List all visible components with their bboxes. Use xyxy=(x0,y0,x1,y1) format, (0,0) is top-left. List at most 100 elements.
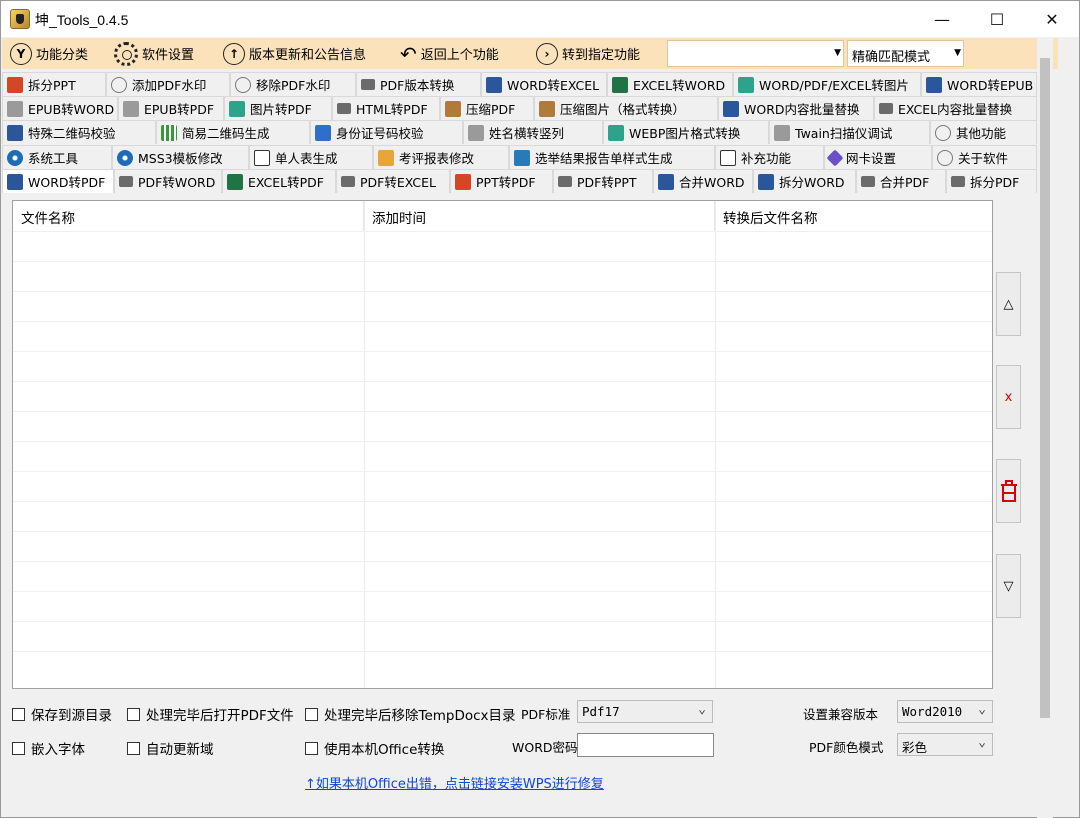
tab-row-2: EPUB转WORD EPUB转PDF 图片转PDF HTML转PDF 压缩PDF… xyxy=(2,96,1037,120)
tab-pdf-to-word[interactable]: PDF转WORD xyxy=(114,169,222,193)
tab-other-functions[interactable]: 其他功能 xyxy=(930,120,1037,144)
column-header-filename[interactable]: 文件名称 xyxy=(13,201,364,231)
settings-button[interactable]: 软件设置 xyxy=(114,41,194,66)
close-button[interactable]: ✕ xyxy=(1029,1,1075,37)
tab-excel-batch-replace[interactable]: EXCEL内容批量替换 xyxy=(874,96,1037,120)
scrollbar-thumb[interactable] xyxy=(1040,58,1050,718)
tab-compress-pdf[interactable]: 压缩PDF xyxy=(440,96,534,120)
checkbox-box xyxy=(127,741,140,755)
tab-epub-to-word[interactable]: EPUB转WORD xyxy=(2,96,118,120)
tab-pdf-to-excel[interactable]: PDF转EXCEL xyxy=(336,169,450,193)
tab-split-word[interactable]: 拆分WORD xyxy=(753,169,856,193)
move-down-button[interactable]: ▽ xyxy=(996,554,1021,618)
remove-button[interactable]: x xyxy=(996,365,1021,429)
row-divider xyxy=(13,501,992,502)
tab-evaluation-report[interactable]: 考评报表修改 xyxy=(373,145,509,169)
row-divider xyxy=(13,471,992,472)
tab-merge-pdf[interactable]: 合并PDF xyxy=(856,169,946,193)
tab-qr-generate[interactable]: 简易二维码生成 xyxy=(156,120,310,144)
column-header-added-time[interactable]: 添加时间 xyxy=(364,201,715,231)
save-to-source-checkbox[interactable]: 保存到源目录 xyxy=(12,704,112,724)
tab-epub-to-pdf[interactable]: EPUB转PDF xyxy=(118,96,224,120)
tab-election-report[interactable]: 选举结果报告单样式生成 xyxy=(509,145,715,169)
tab-split-pdf[interactable]: 拆分PDF xyxy=(946,169,1037,193)
arrow-up-icon: ↑ xyxy=(223,42,245,65)
tab-name-vertical[interactable]: 姓名横转竖列 xyxy=(463,120,603,144)
install-wps-link[interactable]: ↑如果本机Office出错，点击链接安装WPS进行修复 xyxy=(305,773,604,792)
tab-merge-word[interactable]: 合并WORD xyxy=(653,169,753,193)
minimize-button[interactable]: — xyxy=(919,1,965,37)
tab-single-form[interactable]: 单人表生成 xyxy=(249,145,373,169)
word-icon xyxy=(926,76,942,93)
word-password-input[interactable] xyxy=(577,733,714,757)
tab-special-qr-check[interactable]: 特殊二维码校验 xyxy=(2,120,156,144)
tab-mss3-template[interactable]: MSS3模板修改 xyxy=(112,145,249,169)
tab-id-check[interactable]: 身份证号码校验 xyxy=(310,120,463,144)
checkbox-box xyxy=(305,707,318,721)
info-icon xyxy=(937,149,953,166)
tab-word-batch-replace[interactable]: WORD内容批量替换 xyxy=(718,96,874,120)
tab-remove-pdf-watermark[interactable]: 移除PDF水印 xyxy=(230,72,356,96)
tab-word-to-pdf[interactable]: WORD转PDF xyxy=(2,169,114,193)
word-icon xyxy=(723,100,739,117)
match-mode-select[interactable]: 精确匹配模式 ▼ xyxy=(847,40,964,67)
pdf-color-mode-select[interactable]: 彩色 ⌄ xyxy=(897,733,993,756)
pdf-icon xyxy=(337,103,351,114)
update-info-label: 版本更新和公告信息 xyxy=(249,48,367,63)
goto-function-button[interactable]: › 转到指定功能 xyxy=(536,41,640,66)
tab-word-to-excel[interactable]: WORD转EXCEL xyxy=(481,72,607,96)
tab-excel-to-word[interactable]: EXCEL转WORD xyxy=(607,72,733,96)
image-icon xyxy=(608,124,624,141)
ppt-icon xyxy=(7,76,23,93)
tab-supplement[interactable]: 补充功能 xyxy=(715,145,824,169)
open-pdf-after-checkbox[interactable]: 处理完毕后打开PDF文件 xyxy=(127,704,294,724)
move-up-button[interactable]: △ xyxy=(996,272,1021,336)
column-header-output-name[interactable]: 转换后文件名称 xyxy=(715,201,992,231)
row-divider xyxy=(13,231,992,232)
remove-temp-checkbox[interactable]: 处理完毕后移除TempDocx目录 xyxy=(305,704,516,724)
tab-twain-debug[interactable]: Twain扫描仪调试 xyxy=(769,120,930,144)
category-button[interactable]: Y 功能分类 xyxy=(10,41,88,66)
row-divider xyxy=(13,531,992,532)
tab-system-tools[interactable]: 系统工具 xyxy=(2,145,112,169)
tab-network-settings[interactable]: 网卡设置 xyxy=(824,145,932,169)
function-search-combo[interactable]: ▼ xyxy=(667,40,844,67)
tab-image-to-pdf[interactable]: 图片转PDF xyxy=(224,96,332,120)
compress-icon xyxy=(445,100,461,117)
row-divider xyxy=(13,621,992,622)
tab-compress-image[interactable]: 压缩图片（格式转换） xyxy=(534,96,718,120)
gear-icon xyxy=(117,149,133,166)
tab-pdf-version[interactable]: PDF版本转换 xyxy=(356,72,481,96)
back-button[interactable]: ↶ 返回上个功能 xyxy=(400,41,499,66)
use-local-office-checkbox[interactable]: 使用本机Office转换 xyxy=(305,738,444,758)
update-info-button[interactable]: ↑ 版本更新和公告信息 xyxy=(223,41,366,66)
pdf-standard-select[interactable]: Pdf17 ⌄ xyxy=(577,700,713,723)
clear-button[interactable] xyxy=(996,459,1021,523)
watermark-icon xyxy=(111,76,127,93)
file-list-table[interactable]: 文件名称 添加时间 转换后文件名称 xyxy=(12,200,993,689)
tab-pdf-to-ppt[interactable]: PDF转PPT xyxy=(553,169,653,193)
pdf-icon xyxy=(361,79,375,90)
maximize-button[interactable]: ☐ xyxy=(974,1,1020,37)
tab-ppt-to-pdf[interactable]: PPT转PDF xyxy=(450,169,553,193)
settings-label: 软件设置 xyxy=(142,48,195,63)
pdf-icon xyxy=(951,176,965,187)
checkbox-box xyxy=(12,707,25,721)
tab-to-image[interactable]: WORD/PDF/EXCEL转图片 xyxy=(733,72,921,96)
app-logo-icon xyxy=(10,9,30,29)
vertical-scrollbar[interactable] xyxy=(1037,38,1053,818)
tab-excel-to-pdf[interactable]: EXCEL转PDF xyxy=(222,169,336,193)
tab-split-ppt[interactable]: 拆分PPT xyxy=(2,72,106,96)
pdf-icon xyxy=(558,176,572,187)
pdf-icon xyxy=(341,176,355,187)
auto-update-fields-checkbox[interactable]: 自动更新域 xyxy=(127,738,214,758)
tab-webp-convert[interactable]: WEBP图片格式转换 xyxy=(603,120,769,144)
pdf-standard-label: PDF标准 xyxy=(521,707,571,722)
tab-about[interactable]: 关于软件 xyxy=(932,145,1037,169)
tab-html-to-pdf[interactable]: HTML转PDF xyxy=(332,96,440,120)
id-card-icon xyxy=(315,124,331,141)
tab-add-pdf-watermark[interactable]: 添加PDF水印 xyxy=(106,72,230,96)
compat-version-select[interactable]: Word2010 ⌄ xyxy=(897,700,993,723)
tab-word-to-epub[interactable]: WORD转EPUB xyxy=(921,72,1037,96)
embed-fonts-checkbox[interactable]: 嵌入字体 xyxy=(12,738,85,758)
